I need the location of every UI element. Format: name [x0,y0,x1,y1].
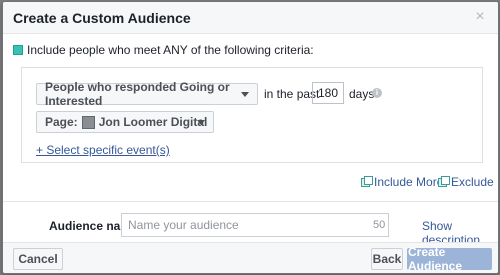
exclude-button[interactable]: Exclude [438,175,494,189]
create-audience-dialog: Create a Custom Audience × Include peopl… [2,1,499,274]
cancel-button[interactable]: Cancel [13,248,63,270]
dialog-footer: Cancel Back Create Audience [3,242,498,273]
close-icon[interactable]: × [472,9,488,25]
select-specific-events-link[interactable]: + Select specific event(s) [36,143,170,157]
event-type-select[interactable]: People who responded Going or Interested [36,80,258,108]
include-more-icon [361,175,373,187]
exclude-label: Exclude [451,175,494,189]
criteria-row: Include people who meet ANY of the follo… [13,43,314,57]
chevron-down-icon [197,120,205,125]
include-more-label: Include More [374,175,444,189]
page-avatar [81,115,95,129]
page-name-label: Jon Loomer Digital [98,115,208,129]
audience-name-input[interactable]: Name your audience [121,213,389,237]
dialog-title: Create a Custom Audience [13,10,191,26]
divider [3,201,498,202]
rule-box: People who responded Going or Interested… [21,67,483,163]
info-icon[interactable]: i [372,88,382,98]
exclude-icon [438,175,450,187]
create-audience-button[interactable]: Create Audience [407,245,492,273]
page-select[interactable]: Page: Jon Loomer Digital [36,111,214,133]
page-prefix-label: Page: [45,115,78,129]
include-more-button[interactable]: Include More [361,175,443,189]
days-input[interactable]: 180 [312,82,344,104]
event-type-select-label: People who responded Going or Interested [45,80,230,108]
back-button[interactable]: Back [371,248,403,270]
criteria-marker-icon [13,45,23,55]
dialog-header: Create a Custom Audience × [3,2,498,34]
char-counter: 50 [373,219,386,231]
chevron-down-icon [241,92,249,97]
criteria-text: Include people who meet ANY of the follo… [27,43,314,57]
days-label: days [349,87,375,101]
